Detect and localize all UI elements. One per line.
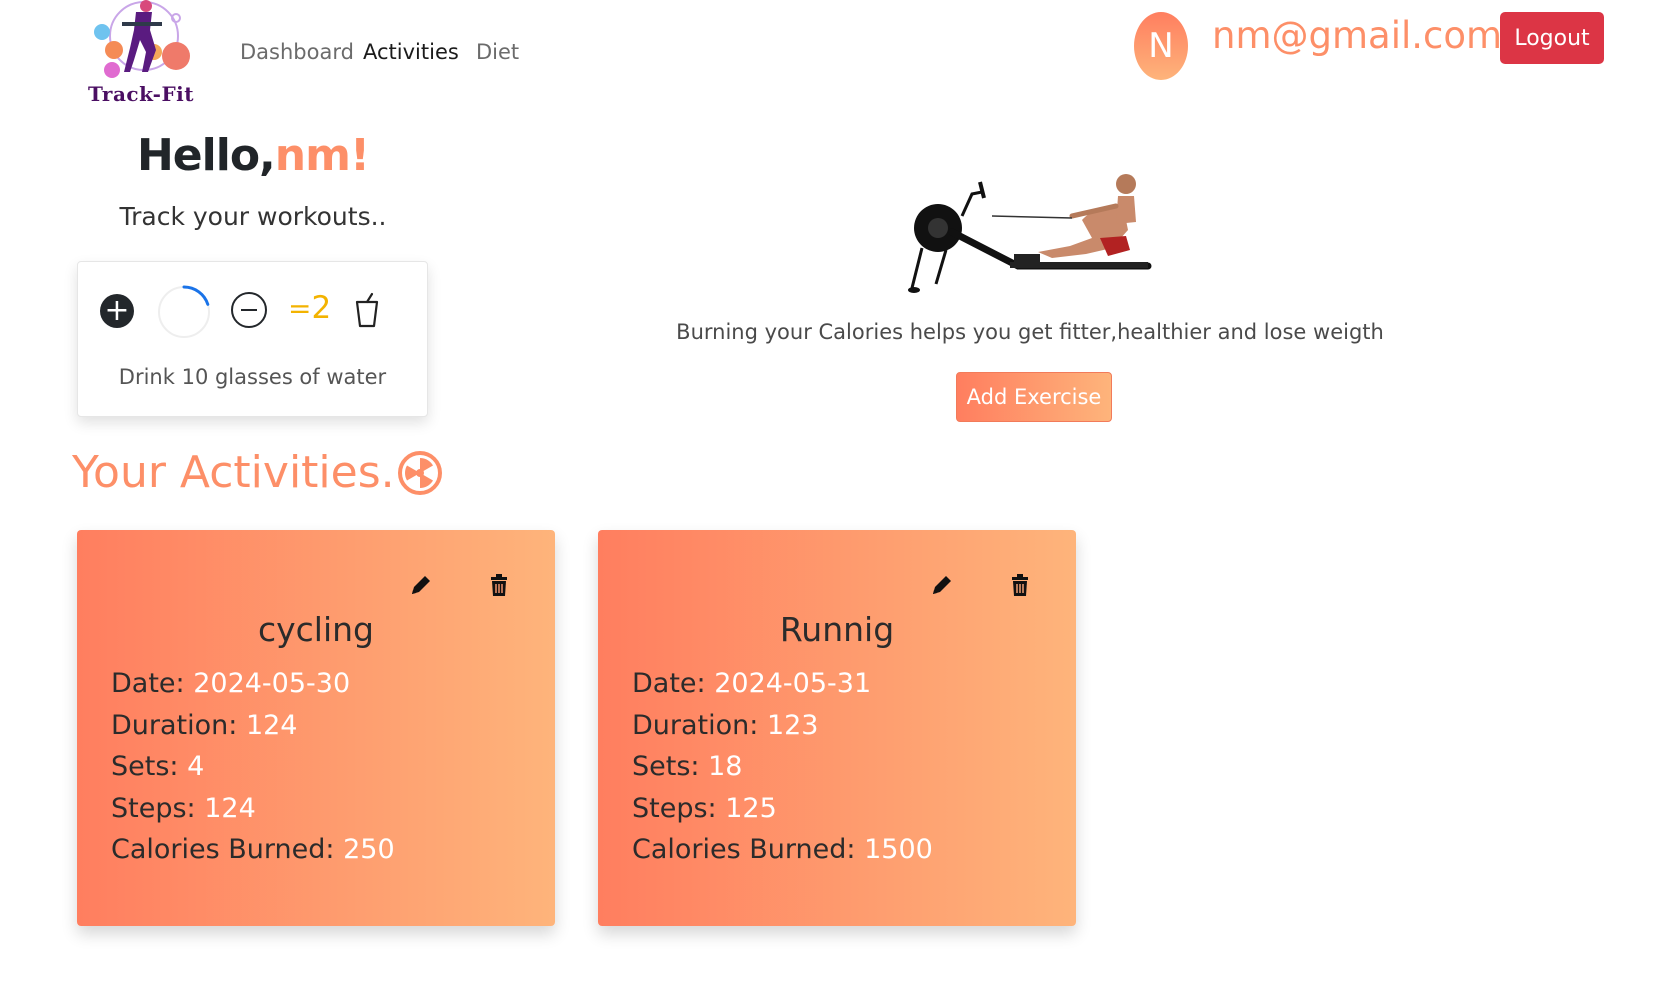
rowing-machine-image [908,174,1152,293]
avatar-initial: N [1148,26,1174,66]
logo-text: Track-Fit [88,82,194,106]
steps-value: 124 [204,792,256,824]
greeting-hello: Hello, [136,130,276,181]
sets-value: 4 [187,751,205,782]
greeting-name: nm! [274,130,370,181]
calories-value: 1500 [864,834,933,865]
logo-figure-icon [94,0,190,78]
activity-date: Date: 2024-05-30 [111,668,395,710]
add-exercise-button[interactable]: Add Exercise [956,372,1112,422]
activity-duration: Duration: 124 [111,710,395,752]
activity-steps: Steps: 125 [632,793,933,835]
pencil-icon[interactable] [929,572,955,598]
brand-logo[interactable]: Track-Fit [84,0,214,110]
date-label: Date: [111,668,194,699]
water-count: =2 [288,290,331,326]
activities-title: Your Activities. [72,447,395,498]
activity-calories: Calories Burned: 1500 [632,834,933,876]
minus-circle-icon[interactable] [231,292,267,328]
cup-icon [355,292,379,328]
water-count-value: 2 [311,290,332,326]
activity-name: Runnig [779,610,895,649]
water-progress-ring [157,285,211,339]
water-tracker-card: + =2 Drink 10 glasses of water [77,261,428,417]
steps-value: 125 [725,792,777,824]
steps-label: Steps: [632,792,726,824]
activity-calories: Calories Burned: 250 [111,834,395,876]
nav-diet[interactable]: Diet [476,40,519,64]
nav-activities[interactable]: Activities [363,40,459,64]
date-label: Date: [632,668,715,699]
date-value: 2024-05-30 [193,668,351,699]
sets-value: 18 [708,751,743,782]
activity-sets: Sets: 4 [111,751,395,793]
activity-date: Date: 2024-05-31 [632,668,933,710]
water-count-prefix: = [288,292,312,325]
activity-steps: Steps: 124 [111,793,395,835]
duration-label: Duration: [632,709,767,741]
plus-circle-icon[interactable]: + [100,294,134,328]
water-goal-label: Drink 10 glasses of water [118,365,387,389]
duration-value: 124 [245,709,298,741]
activity-card: cycling Date: 2024-05-30 Duration: 124 S… [77,530,555,926]
activity-name: cycling [257,610,374,649]
activities-heading: Your Activities. [72,447,443,498]
calories-value: 250 [343,834,395,865]
calories-label: Calories Burned: [632,834,865,865]
sets-label: Sets: [632,751,709,782]
activity-sets: Sets: 18 [632,751,933,793]
duration-label: Duration: [111,709,246,741]
calories-label: Calories Burned: [111,834,344,865]
activity-card: Runnig Date: 2024-05-31 Duration: 123 Se… [598,530,1076,926]
date-value: 2024-05-31 [714,668,872,699]
logout-button[interactable]: Logout [1500,12,1604,64]
trash-icon[interactable] [1007,572,1033,598]
nav-dashboard[interactable]: Dashboard [240,40,354,64]
hero-text: Burning your Calories helps you get fitt… [676,320,1384,344]
user-email: nm@gmail.com [1212,14,1503,57]
duration-value: 123 [766,709,819,741]
greeting-heading: Hello,nm! [0,130,506,181]
sets-label: Sets: [111,751,188,782]
pencil-icon[interactable] [408,572,434,598]
activity-duration: Duration: 123 [632,710,933,752]
trash-icon[interactable] [486,572,512,598]
steps-label: Steps: [111,792,205,824]
radiation-icon [397,450,442,495]
greeting-tagline: Track your workouts.. [119,202,387,231]
avatar[interactable]: N [1134,12,1188,80]
